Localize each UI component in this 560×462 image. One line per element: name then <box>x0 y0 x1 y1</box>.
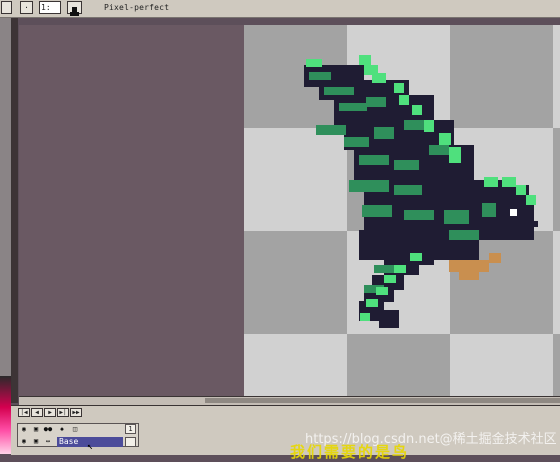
lock-icon[interactable]: ▣ <box>31 425 41 434</box>
mouse-cursor-icon: ↖ <box>87 441 94 452</box>
left-scrollbar[interactable] <box>12 18 18 403</box>
checker-tile <box>347 334 450 396</box>
stamp-icon[interactable] <box>67 1 82 16</box>
zoom-input[interactable]: 1: <box>39 1 61 14</box>
pixel-perfect-label[interactable]: Pixel-perfect <box>104 3 169 12</box>
checker-tile <box>244 334 347 396</box>
continuous-icon[interactable]: ↔ <box>43 437 53 446</box>
color-palette-strip[interactable] <box>0 376 11 454</box>
caption-text: 我们需要的是鸟 <box>290 443 410 461</box>
frame-number[interactable]: 1 <box>125 424 136 434</box>
new-layer-icon[interactable]: ◫ <box>70 425 80 434</box>
checker-tile <box>244 231 347 334</box>
left-panel <box>0 18 12 403</box>
horizontal-scroll-thumb[interactable] <box>205 398 560 403</box>
last-frame-button[interactable]: ▶▶ <box>70 408 82 417</box>
checker-tile <box>553 231 560 334</box>
checker-tile <box>553 128 560 231</box>
onion-skin-icon[interactable]: ●● <box>43 425 53 434</box>
gear-icon[interactable]: ✹ <box>57 425 67 434</box>
checker-tile <box>450 334 553 396</box>
checker-tile <box>450 25 553 128</box>
next-frame-button[interactable]: ▶| <box>57 408 69 417</box>
frame-cel[interactable] <box>125 437 136 447</box>
top-toolbar <box>0 0 560 18</box>
zoom-out-button[interactable]: · <box>20 1 33 14</box>
visibility-icon[interactable]: ◉ <box>19 437 29 446</box>
menu-button[interactable] <box>1 1 12 14</box>
first-frame-button[interactable]: |◀ <box>18 408 30 417</box>
layer-lock-icon[interactable]: ▣ <box>31 437 41 446</box>
sprite-image <box>244 25 560 396</box>
canvas-background <box>19 25 244 396</box>
previous-frame-button[interactable]: ◀ <box>31 408 43 417</box>
sprite-canvas[interactable] <box>244 25 560 396</box>
checker-tile <box>553 25 560 128</box>
checker-tile <box>244 128 347 231</box>
play-button[interactable]: ▶ <box>44 408 56 417</box>
eye-icon[interactable]: ◉ <box>19 425 29 434</box>
checker-tile <box>553 334 560 396</box>
